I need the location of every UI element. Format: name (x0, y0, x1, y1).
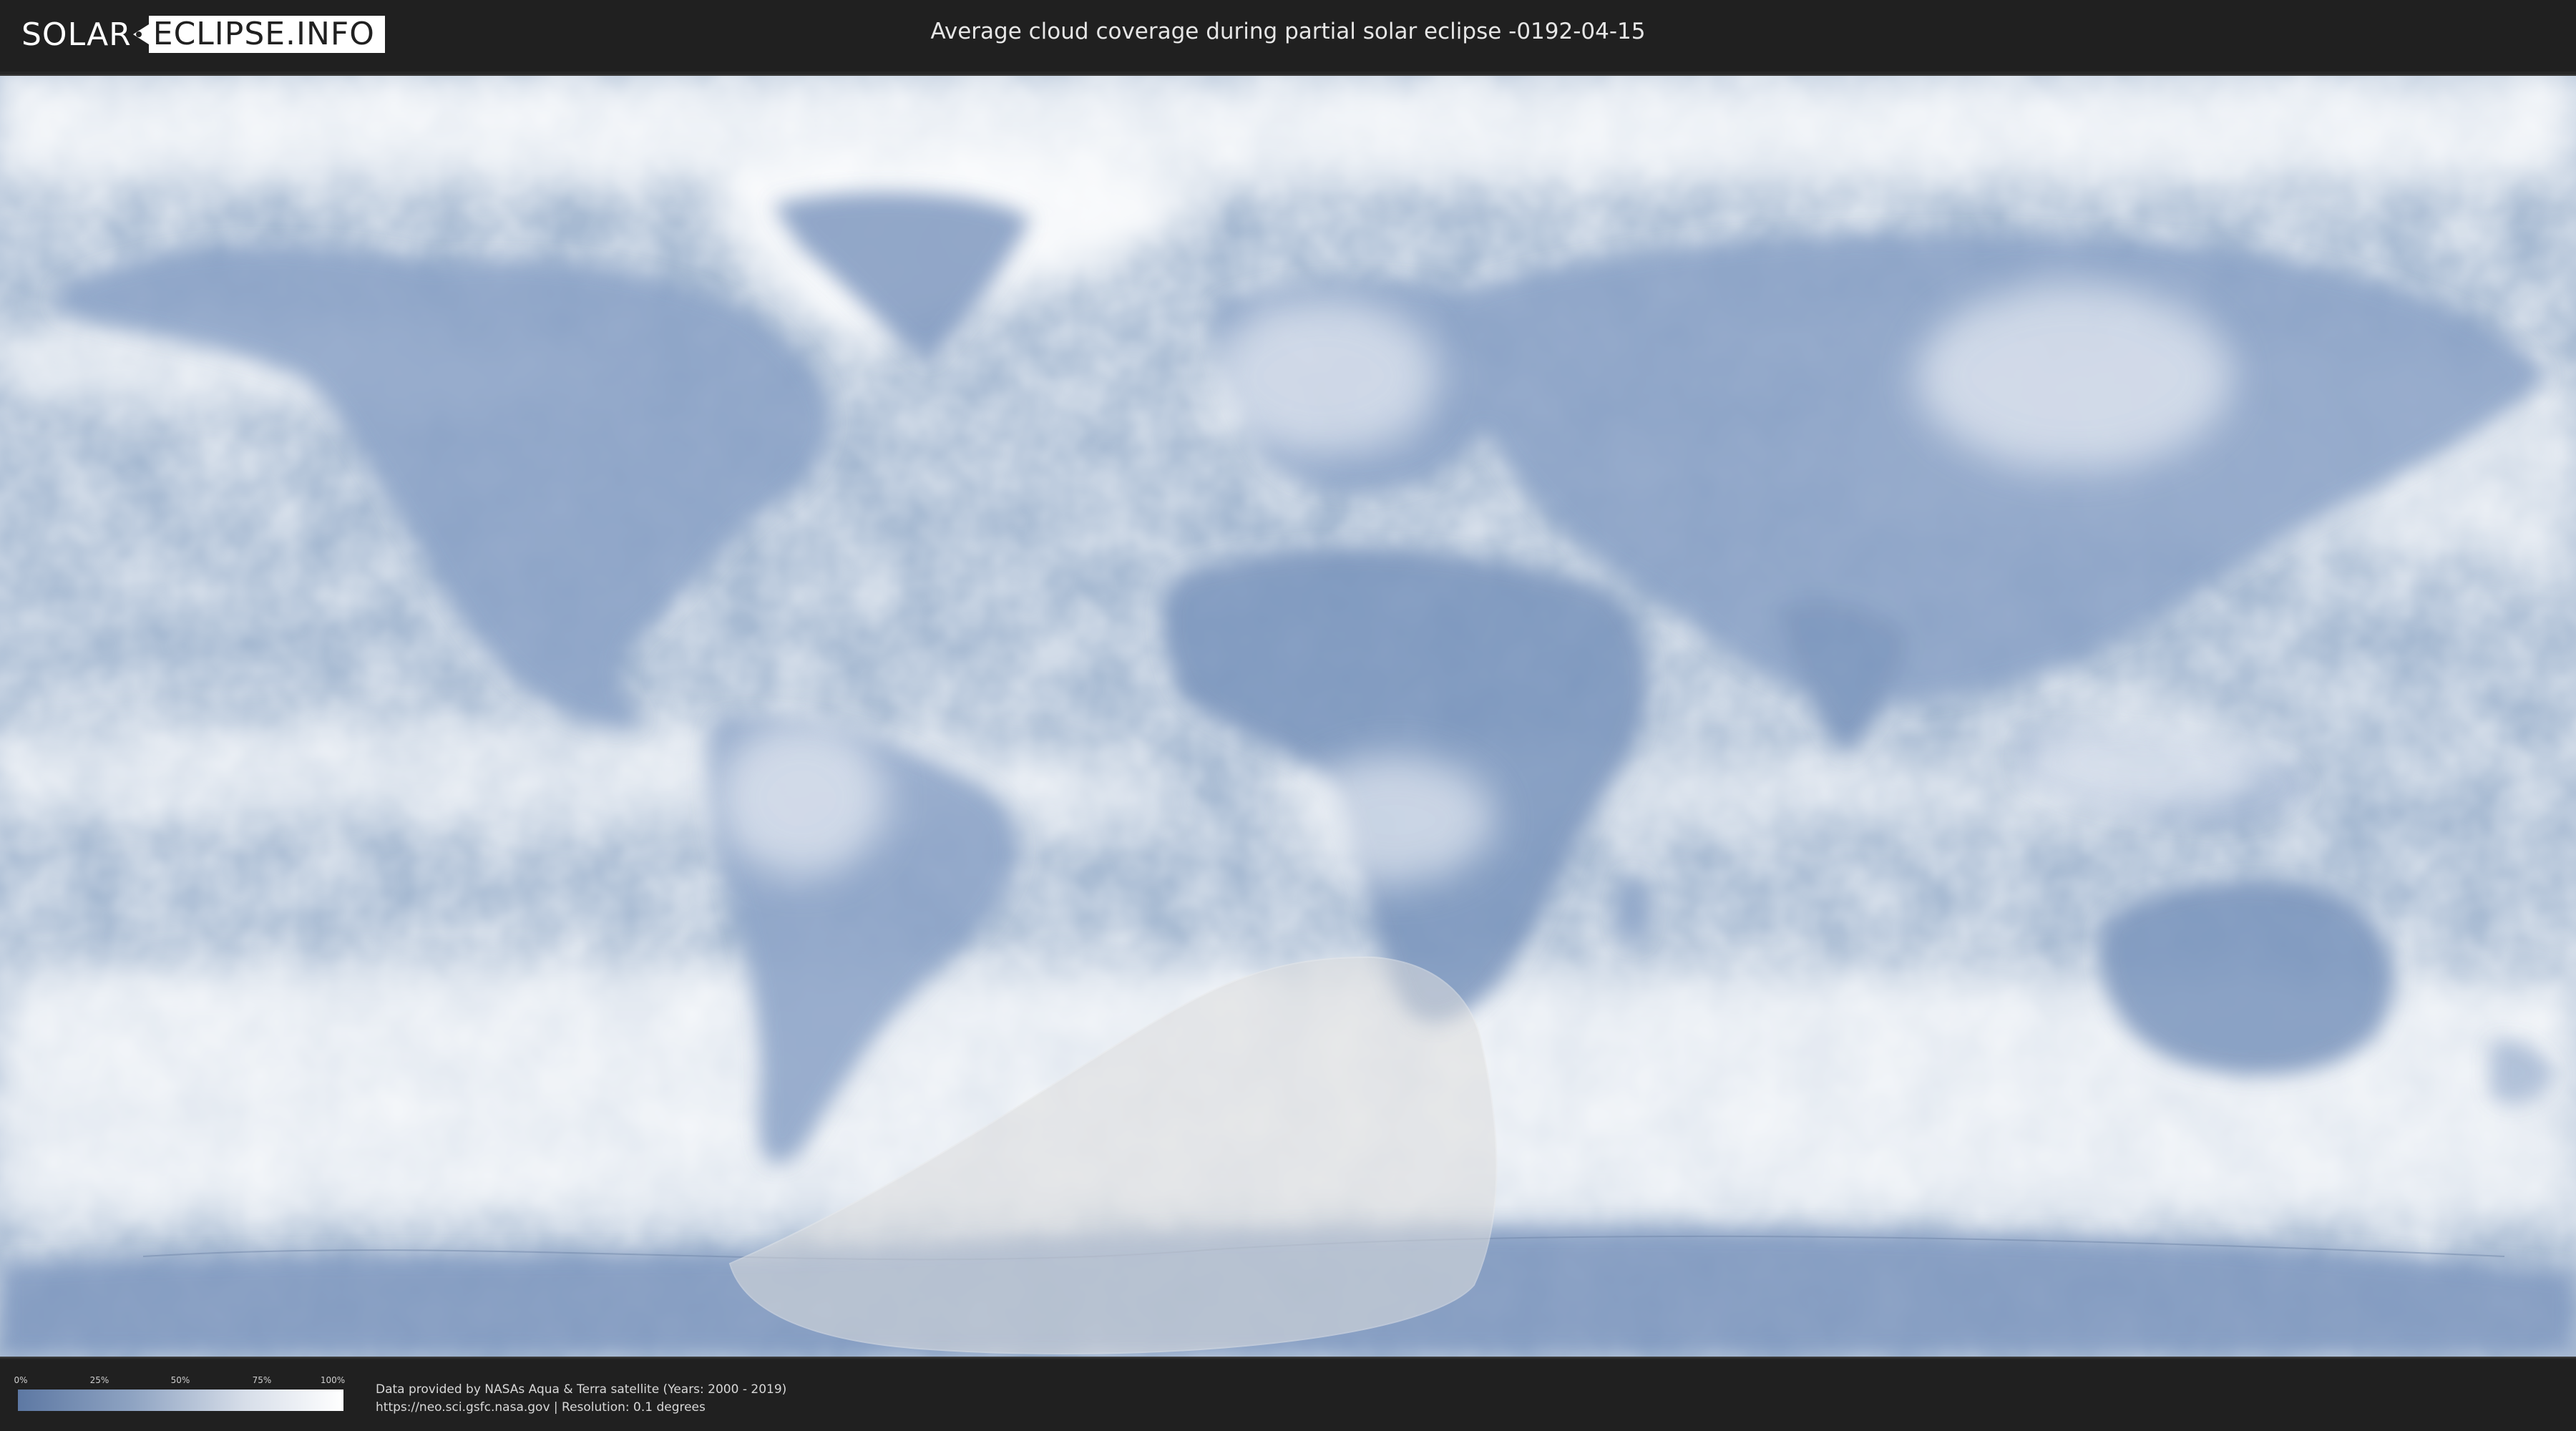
page-title: Average cloud coverage during partial so… (930, 19, 1646, 44)
legend-tick-0: 0% (14, 1375, 28, 1385)
legend-gradient-bar (18, 1390, 343, 1411)
cloud-coverage-map[interactable] (0, 76, 2576, 1357)
credits-line-2: https://neo.sci.gsfc.nasa.gov | Resoluti… (376, 1400, 706, 1415)
footer-bar: 0% 25% 50% 75% 100% Data provided by NAS… (0, 1359, 2576, 1431)
data-credits: Data provided by NASAs Aqua & Terra sate… (376, 1381, 786, 1417)
header-bar: SOLAR ECLIPSE.INFO Average cloud coverag… (0, 0, 2576, 72)
legend-tick-25: 25% (89, 1375, 109, 1385)
legend-tick-100: 100% (320, 1375, 346, 1385)
legend-ticks: 0% 25% 50% 75% 100% (14, 1375, 346, 1390)
cloud-coverage-legend: 0% 25% 50% 75% 100% (14, 1375, 346, 1411)
app-root: SOLAR ECLIPSE.INFO Average cloud coverag… (0, 0, 2576, 1431)
legend-tick-75: 75% (252, 1375, 272, 1385)
legend-tick-50: 50% (170, 1375, 190, 1385)
credits-line-1: Data provided by NASAs Aqua & Terra sate… (376, 1382, 787, 1397)
world-map-svg (0, 76, 2576, 1357)
